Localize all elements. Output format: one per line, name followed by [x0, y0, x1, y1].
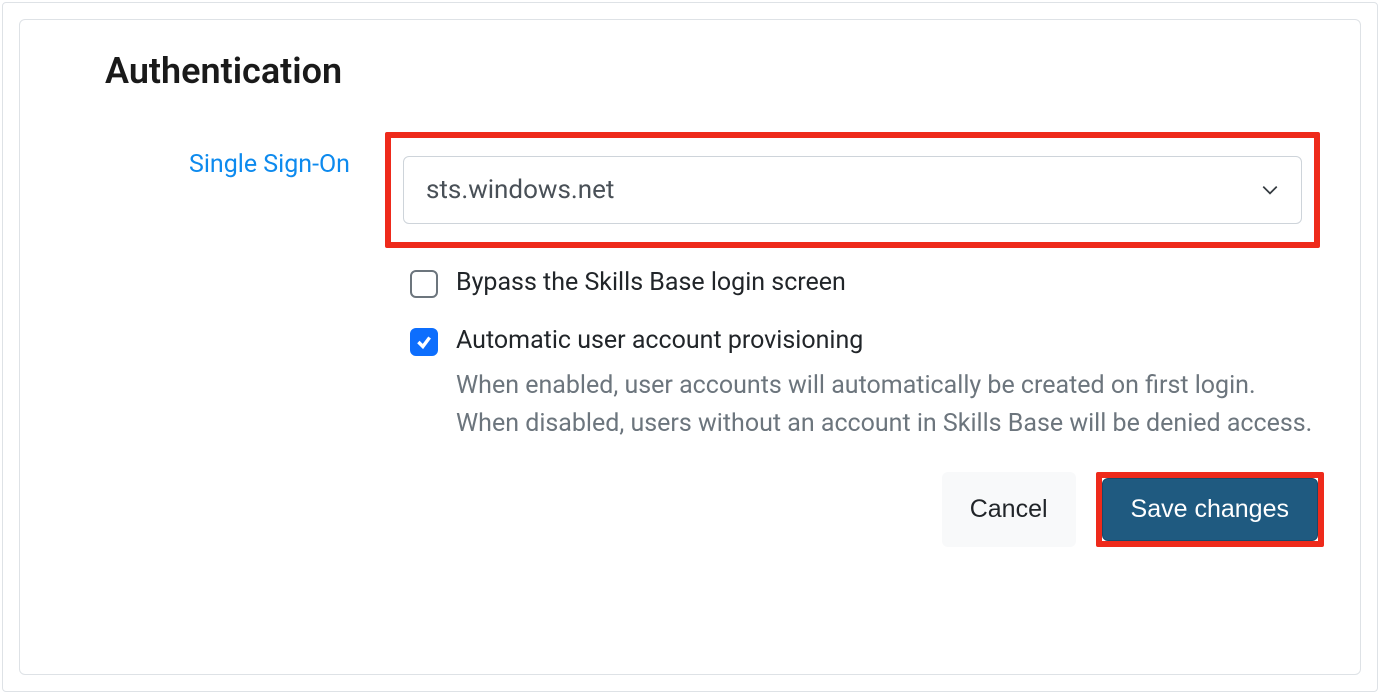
sso-field-col: sts.windows.net: [385, 132, 1330, 248]
sso-select-highlight: sts.windows.net: [385, 132, 1320, 248]
bypass-row: Bypass the Skills Base login screen: [410, 268, 1330, 298]
section-title: Authentication: [105, 50, 1330, 92]
save-button-highlight: Save changes: [1096, 472, 1324, 547]
check-icon: [415, 333, 433, 351]
autoprov-label-wrap: Automatic user account provisioning When…: [456, 326, 1316, 442]
bypass-checkbox[interactable]: [410, 270, 438, 298]
sso-label-link[interactable]: Single Sign-On: [189, 150, 350, 179]
autoprov-checkbox[interactable]: [410, 328, 438, 356]
bypass-label-wrap: Bypass the Skills Base login screen: [456, 268, 846, 297]
sso-label-col: Single Sign-On: [50, 132, 385, 179]
authentication-card: Authentication Single Sign-On sts.window…: [19, 19, 1361, 675]
autoprov-help: When enabled, user accounts will automat…: [456, 367, 1316, 442]
cancel-button[interactable]: Cancel: [942, 472, 1076, 547]
sso-row: Single Sign-On sts.windows.net: [50, 132, 1330, 248]
autoprov-row: Automatic user account provisioning When…: [410, 326, 1330, 442]
save-button[interactable]: Save changes: [1102, 478, 1318, 541]
bypass-label: Bypass the Skills Base login screen: [456, 268, 846, 297]
sso-select[interactable]: sts.windows.net: [403, 156, 1302, 224]
sso-selected-value: sts.windows.net: [426, 175, 614, 205]
outer-frame: Authentication Single Sign-On sts.window…: [2, 2, 1378, 692]
button-row: Cancel Save changes: [50, 472, 1330, 547]
autoprov-label: Automatic user account provisioning: [456, 326, 1316, 355]
chevron-down-icon: [1261, 181, 1279, 199]
